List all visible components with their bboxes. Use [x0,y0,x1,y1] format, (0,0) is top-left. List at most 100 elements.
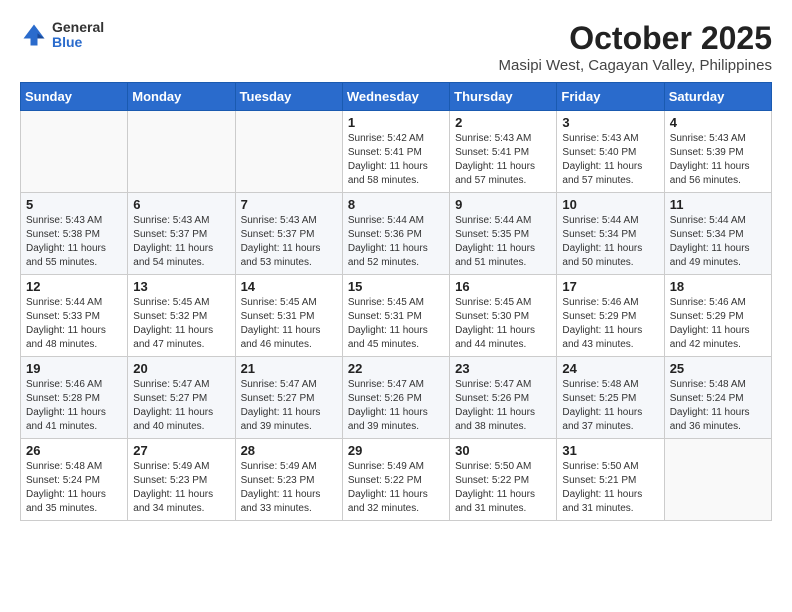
calendar-cell [664,439,771,521]
logo-icon [20,21,48,49]
page-header: General Blue October 2025 Masipi West, C… [20,20,772,74]
calendar-cell: 15 Sunrise: 5:45 AM Sunset: 5:31 PM Dayli… [342,275,449,357]
day-number: 2 [455,115,551,130]
day-number: 28 [241,443,337,458]
day-info: Sunrise: 5:46 AM Sunset: 5:29 PM Dayligh… [670,296,766,352]
day-info: Sunrise: 5:46 AM Sunset: 5:28 PM Dayligh… [26,378,122,434]
day-number: 31 [562,443,658,458]
weekday-header-sunday: Sunday [21,83,128,111]
calendar-cell: 27 Sunrise: 5:49 AM Sunset: 5:23 PM Dayli… [128,439,235,521]
calendar-cell [235,111,342,193]
day-number: 7 [241,197,337,212]
day-info: Sunrise: 5:49 AM Sunset: 5:23 PM Dayligh… [241,460,337,516]
day-number: 26 [26,443,122,458]
day-number: 29 [348,443,444,458]
day-info: Sunrise: 5:50 AM Sunset: 5:22 PM Dayligh… [455,460,551,516]
calendar-cell: 11 Sunrise: 5:44 AM Sunset: 5:34 PM Dayli… [664,193,771,275]
calendar-cell: 3 Sunrise: 5:43 AM Sunset: 5:40 PM Daylig… [557,111,664,193]
calendar-cell: 13 Sunrise: 5:45 AM Sunset: 5:32 PM Dayli… [128,275,235,357]
day-number: 11 [670,197,766,212]
weekday-header-row: SundayMondayTuesdayWednesdayThursdayFrid… [21,83,772,111]
calendar-cell: 31 Sunrise: 5:50 AM Sunset: 5:21 PM Dayli… [557,439,664,521]
calendar-cell: 20Sunrise: 5:47 AM Sunset: 5:27 PM Dayli… [128,357,235,439]
calendar-cell: 29 Sunrise: 5:49 AM Sunset: 5:22 PM Dayli… [342,439,449,521]
day-info: Sunrise: 5:44 AM Sunset: 5:33 PM Dayligh… [26,296,122,352]
day-number: 25 [670,361,766,376]
calendar-week-3: 12 Sunrise: 5:44 AM Sunset: 5:33 PM Dayli… [21,275,772,357]
day-number: 9 [455,197,551,212]
calendar-cell: 4 Sunrise: 5:43 AM Sunset: 5:39 PM Daylig… [664,111,771,193]
day-number: 24 [562,361,658,376]
calendar-cell: 19 Sunrise: 5:46 AM Sunset: 5:28 PM Dayli… [21,357,128,439]
day-info: Sunrise: 5:48 AM Sunset: 5:25 PM Dayligh… [562,378,658,434]
day-info: Sunrise: 5:49 AM Sunset: 5:22 PM Dayligh… [348,460,444,516]
weekday-header-thursday: Thursday [450,83,557,111]
day-number: 13 [133,279,229,294]
month-title: October 2025 [499,20,772,57]
calendar-cell: 25Sunrise: 5:48 AM Sunset: 5:24 PM Dayli… [664,357,771,439]
day-info: Sunrise: 5:43 AM Sunset: 5:38 PM Dayligh… [26,214,122,270]
logo-general-text: General [52,20,104,35]
day-number: 16 [455,279,551,294]
day-number: 27 [133,443,229,458]
calendar-week-4: 19 Sunrise: 5:46 AM Sunset: 5:28 PM Dayli… [21,357,772,439]
calendar-cell: 5 Sunrise: 5:43 AM Sunset: 5:38 PM Daylig… [21,193,128,275]
day-info: Sunrise: 5:48 AM Sunset: 5:24 PM Dayligh… [26,460,122,516]
day-info: Sunrise: 5:42 AM Sunset: 5:41 PM Dayligh… [348,132,444,188]
calendar-cell: 21 Sunrise: 5:47 AM Sunset: 5:27 PM Dayli… [235,357,342,439]
day-number: 19 [26,361,122,376]
calendar-week-1: 1 Sunrise: 5:42 AM Sunset: 5:41 PM Daylig… [21,111,772,193]
calendar-cell: 17Sunrise: 5:46 AM Sunset: 5:29 PM Dayli… [557,275,664,357]
calendar-cell: 2Sunrise: 5:43 AM Sunset: 5:41 PM Daylig… [450,111,557,193]
day-info: Sunrise: 5:45 AM Sunset: 5:31 PM Dayligh… [348,296,444,352]
day-info: Sunrise: 5:44 AM Sunset: 5:35 PM Dayligh… [455,214,551,270]
title-block: October 2025 Masipi West, Cagayan Valley… [499,20,772,74]
calendar-cell [128,111,235,193]
day-info: Sunrise: 5:45 AM Sunset: 5:31 PM Dayligh… [241,296,337,352]
day-number: 12 [26,279,122,294]
calendar-week-5: 26 Sunrise: 5:48 AM Sunset: 5:24 PM Dayli… [21,439,772,521]
logo-text: General Blue [52,20,104,51]
day-info: Sunrise: 5:44 AM Sunset: 5:34 PM Dayligh… [562,214,658,270]
day-info: Sunrise: 5:49 AM Sunset: 5:23 PM Dayligh… [133,460,229,516]
day-number: 30 [455,443,551,458]
day-info: Sunrise: 5:43 AM Sunset: 5:37 PM Dayligh… [133,214,229,270]
calendar-cell: 22Sunrise: 5:47 AM Sunset: 5:26 PM Dayli… [342,357,449,439]
weekday-header-monday: Monday [128,83,235,111]
day-info: Sunrise: 5:45 AM Sunset: 5:30 PM Dayligh… [455,296,551,352]
day-number: 1 [348,115,444,130]
day-number: 21 [241,361,337,376]
day-number: 6 [133,197,229,212]
day-number: 15 [348,279,444,294]
calendar-cell: 9 Sunrise: 5:44 AM Sunset: 5:35 PM Daylig… [450,193,557,275]
day-info: Sunrise: 5:43 AM Sunset: 5:40 PM Dayligh… [562,132,658,188]
day-info: Sunrise: 5:44 AM Sunset: 5:34 PM Dayligh… [670,214,766,270]
calendar-cell: 28 Sunrise: 5:49 AM Sunset: 5:23 PM Dayli… [235,439,342,521]
logo-blue-text: Blue [52,35,104,50]
calendar-cell: 14Sunrise: 5:45 AM Sunset: 5:31 PM Dayli… [235,275,342,357]
day-info: Sunrise: 5:43 AM Sunset: 5:39 PM Dayligh… [670,132,766,188]
day-number: 3 [562,115,658,130]
calendar-cell [21,111,128,193]
day-number: 18 [670,279,766,294]
day-info: Sunrise: 5:47 AM Sunset: 5:27 PM Dayligh… [241,378,337,434]
calendar-cell: 12 Sunrise: 5:44 AM Sunset: 5:33 PM Dayli… [21,275,128,357]
calendar-cell: 10Sunrise: 5:44 AM Sunset: 5:34 PM Dayli… [557,193,664,275]
day-number: 5 [26,197,122,212]
weekday-header-friday: Friday [557,83,664,111]
calendar-cell: 8Sunrise: 5:44 AM Sunset: 5:36 PM Daylig… [342,193,449,275]
day-number: 4 [670,115,766,130]
day-number: 17 [562,279,658,294]
day-info: Sunrise: 5:45 AM Sunset: 5:32 PM Dayligh… [133,296,229,352]
calendar-cell: 30 Sunrise: 5:50 AM Sunset: 5:22 PM Dayli… [450,439,557,521]
day-number: 8 [348,197,444,212]
calendar-cell: 26 Sunrise: 5:48 AM Sunset: 5:24 PM Dayli… [21,439,128,521]
calendar-cell: 16 Sunrise: 5:45 AM Sunset: 5:30 PM Dayli… [450,275,557,357]
day-info: Sunrise: 5:50 AM Sunset: 5:21 PM Dayligh… [562,460,658,516]
day-info: Sunrise: 5:47 AM Sunset: 5:26 PM Dayligh… [455,378,551,434]
day-info: Sunrise: 5:47 AM Sunset: 5:27 PM Dayligh… [133,378,229,434]
calendar-cell: 1 Sunrise: 5:42 AM Sunset: 5:41 PM Daylig… [342,111,449,193]
calendar-cell: 7Sunrise: 5:43 AM Sunset: 5:37 PM Daylig… [235,193,342,275]
weekday-header-saturday: Saturday [664,83,771,111]
day-number: 23 [455,361,551,376]
